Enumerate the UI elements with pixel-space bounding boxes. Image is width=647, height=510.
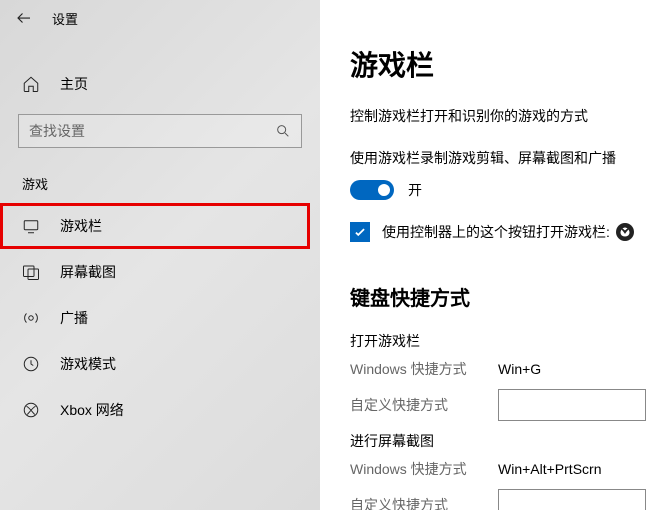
gamebar-icon <box>22 217 40 235</box>
shortcut-row: Windows 快捷方式 Win+G <box>350 359 647 379</box>
shortcut-windows-value: Win+Alt+PrtScrn <box>498 461 601 477</box>
nav-item-gamebar[interactable]: 游戏栏 <box>0 203 310 249</box>
back-button[interactable] <box>14 8 34 28</box>
controller-checkbox-row: 使用控制器上的这个按钮打开游戏栏: <box>350 222 647 242</box>
xbox-logo-icon <box>616 223 634 241</box>
shortcuts-heading: 键盘快捷方式 <box>350 282 647 311</box>
nav-item-broadcast[interactable]: 广播 <box>0 295 320 341</box>
shortcut-group-title: 进行屏幕截图 <box>350 431 647 451</box>
toggle-description: 使用游戏栏录制游戏剪辑、屏幕截图和广播 <box>350 148 647 168</box>
home-label: 主页 <box>60 74 88 94</box>
checkbox-label: 使用控制器上的这个按钮打开游戏栏: <box>382 222 634 242</box>
home-nav[interactable]: 主页 <box>0 64 320 104</box>
window-title: 设置 <box>52 9 78 28</box>
checkbox-text: 使用控制器上的这个按钮打开游戏栏: <box>382 222 610 242</box>
section-label: 游戏 <box>0 148 320 203</box>
shortcut-windows-label: Windows 快捷方式 <box>350 459 498 479</box>
search-icon <box>275 123 291 139</box>
shortcut-group-title: 打开游戏栏 <box>350 331 647 351</box>
screenshot-icon <box>22 263 40 281</box>
search-box[interactable] <box>18 114 302 148</box>
controller-checkbox[interactable] <box>350 222 370 242</box>
nav-item-screenshot[interactable]: 屏幕截图 <box>0 249 320 295</box>
shortcut-windows-value: Win+G <box>498 361 541 377</box>
shortcut-custom-input[interactable] <box>498 389 646 421</box>
toggle-state-label: 开 <box>408 180 422 200</box>
header: 设置 <box>0 0 320 42</box>
page-description: 控制游戏栏打开和识别你的游戏的方式 <box>350 106 647 126</box>
shortcut-row: Windows 快捷方式 Win+Alt+PrtScrn <box>350 459 647 479</box>
shortcut-windows-label: Windows 快捷方式 <box>350 359 498 379</box>
page-title: 游戏栏 <box>350 44 647 84</box>
shortcut-row: 自定义快捷方式 <box>350 389 647 421</box>
shortcut-row: 自定义快捷方式 <box>350 489 647 510</box>
nav-label: 广播 <box>60 308 88 328</box>
nav-item-gamemode[interactable]: 游戏模式 <box>0 341 320 387</box>
sidebar: 设置 主页 游戏 游戏栏 屏幕截图 广播 游戏模式 <box>0 0 320 510</box>
nav-label: Xbox 网络 <box>60 400 124 420</box>
nav-label: 屏幕截图 <box>60 262 116 282</box>
main-content: 游戏栏 控制游戏栏打开和识别你的游戏的方式 使用游戏栏录制游戏剪辑、屏幕截图和广… <box>320 0 647 510</box>
shortcut-custom-label: 自定义快捷方式 <box>350 495 498 510</box>
nav-label: 游戏栏 <box>60 216 102 236</box>
xbox-icon <box>22 401 40 419</box>
toggle-row: 开 <box>350 180 647 200</box>
broadcast-icon <box>22 309 40 327</box>
shortcut-custom-label: 自定义快捷方式 <box>350 395 498 415</box>
home-icon <box>22 75 40 93</box>
gamemode-icon <box>22 355 40 373</box>
shortcut-custom-input[interactable] <box>498 489 646 510</box>
gamebar-toggle[interactable] <box>350 180 394 200</box>
search-input[interactable] <box>29 123 275 139</box>
nav-item-xbox[interactable]: Xbox 网络 <box>0 387 320 433</box>
nav-label: 游戏模式 <box>60 354 116 374</box>
